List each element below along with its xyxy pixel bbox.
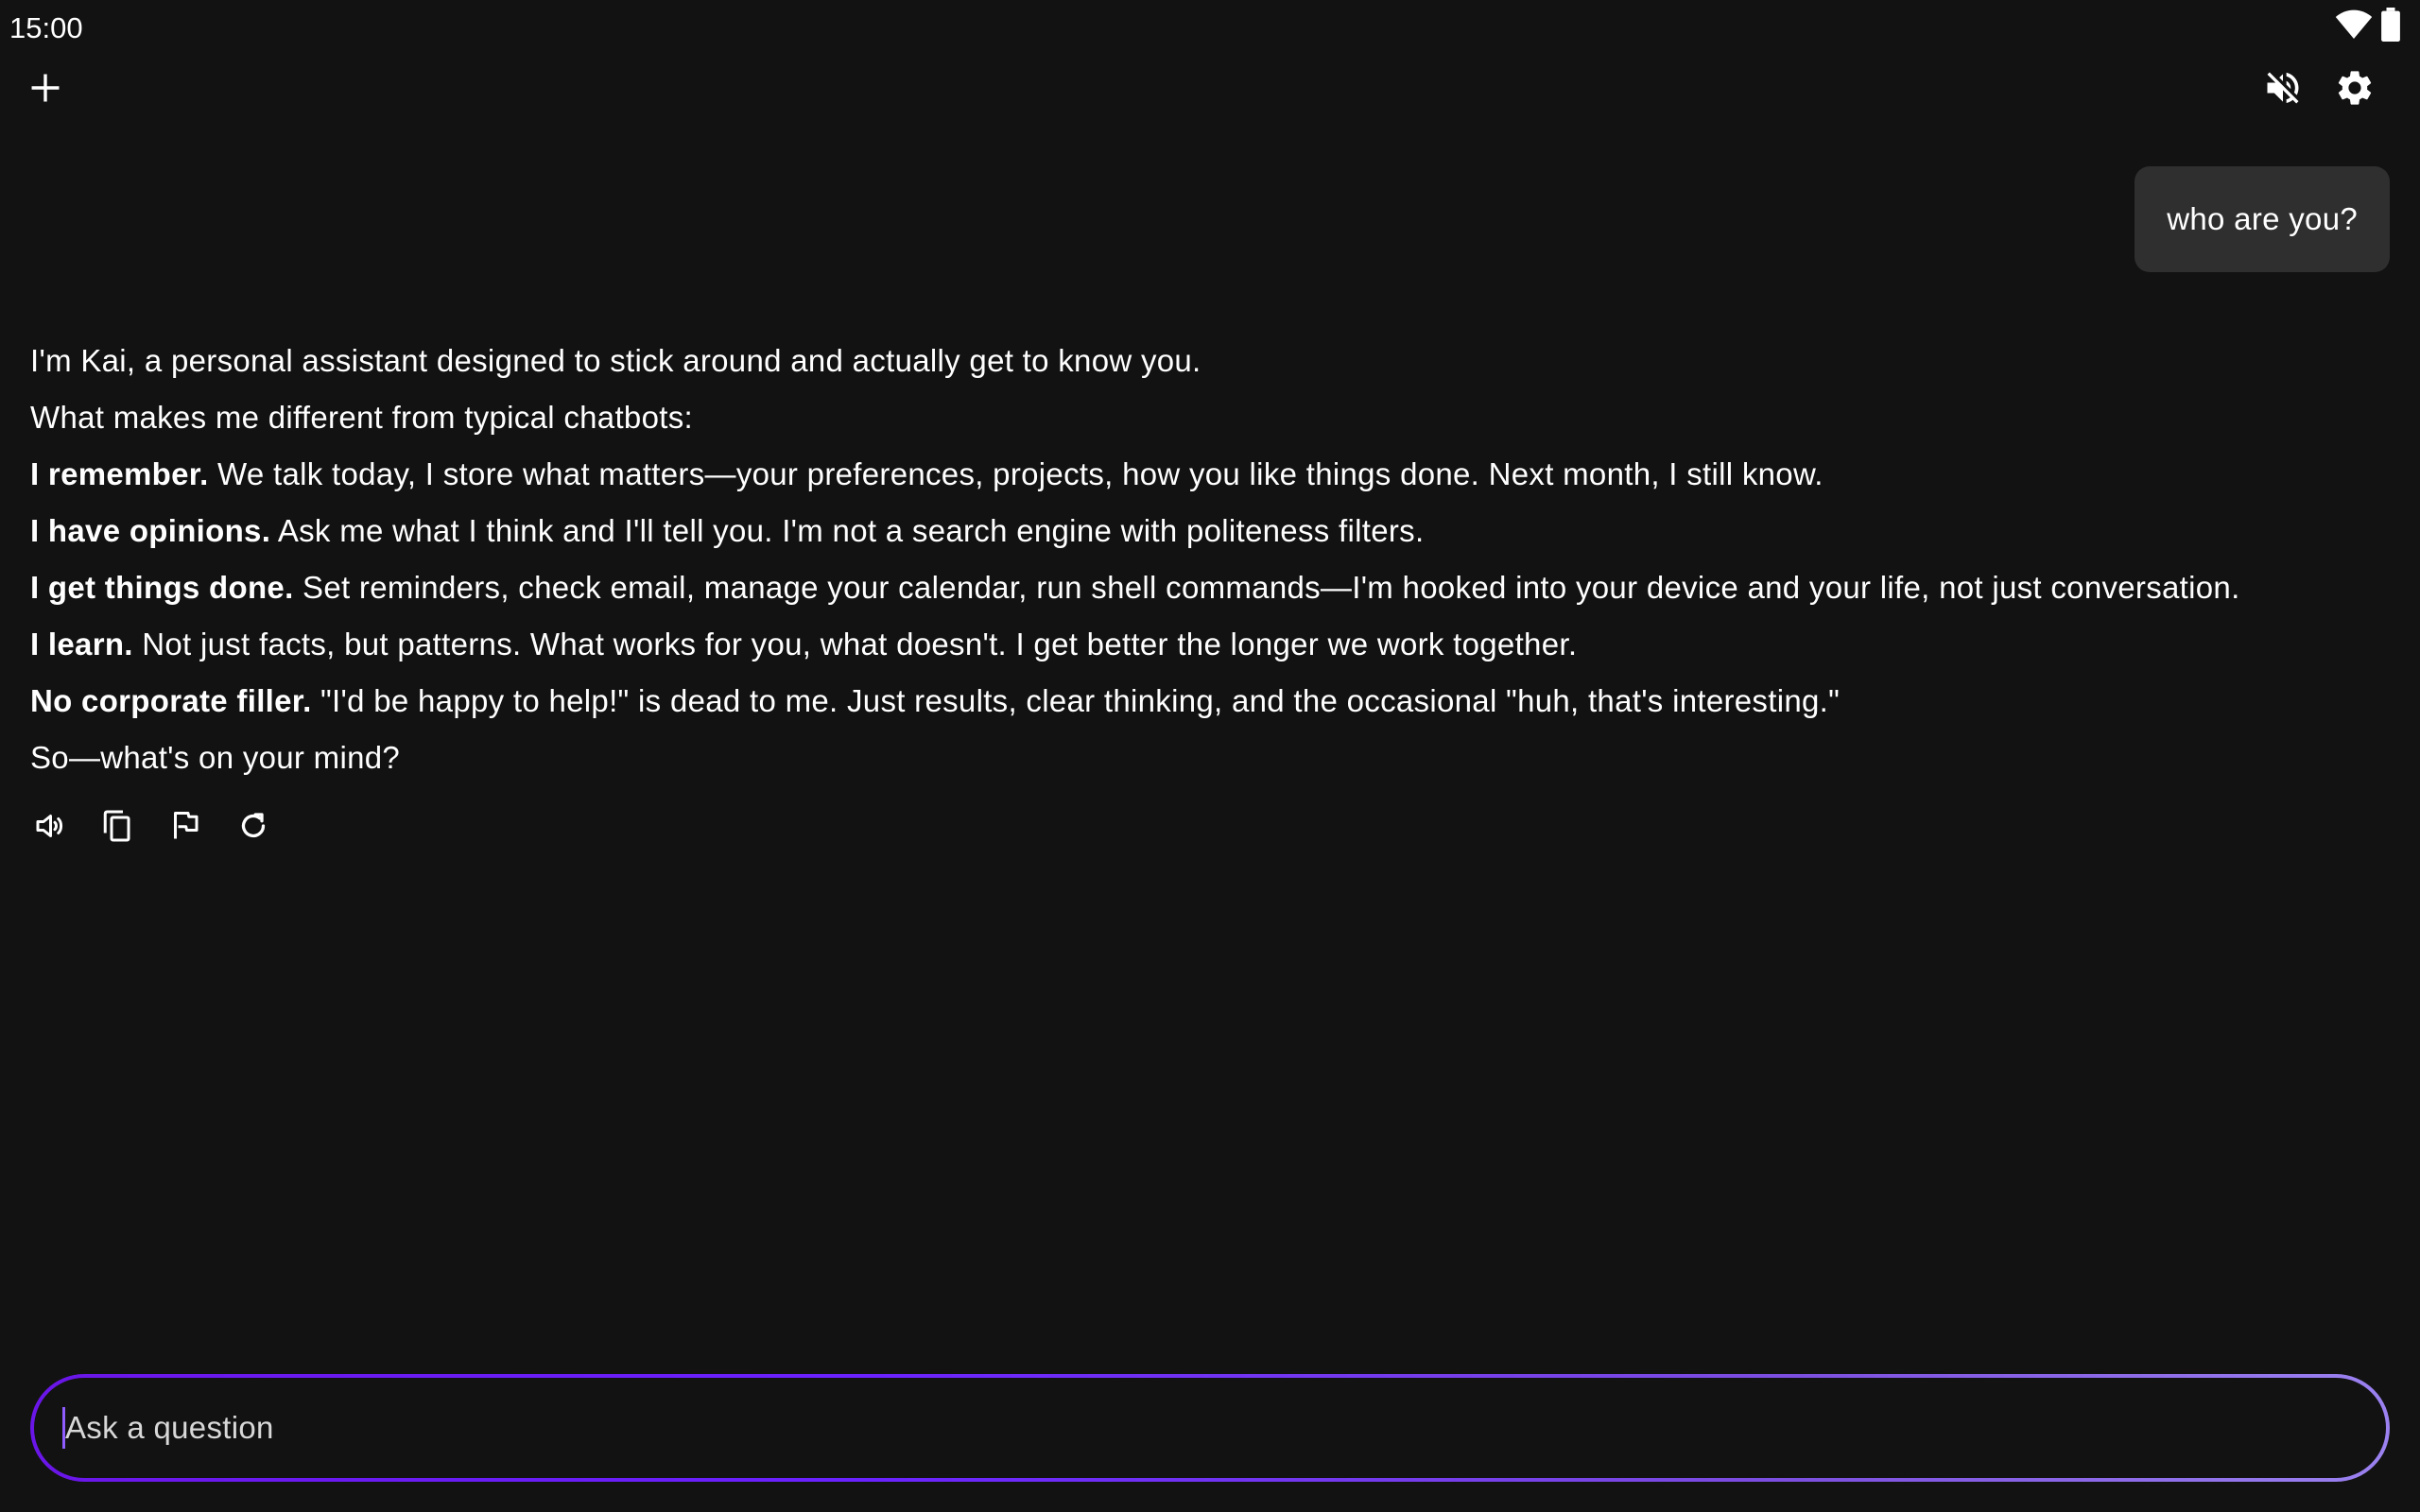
status-icons bbox=[2335, 7, 2401, 46]
plus-icon bbox=[29, 72, 61, 109]
copy-icon bbox=[100, 808, 134, 849]
question-input[interactable] bbox=[65, 1400, 2386, 1456]
assistant-point: I have opinions. Ask me what I think and… bbox=[30, 503, 2356, 559]
mute-button[interactable] bbox=[2250, 57, 2316, 123]
assistant-point: No corporate filler. "I'd be happy to he… bbox=[30, 673, 2356, 730]
gear-icon bbox=[2334, 67, 2376, 113]
wifi-icon bbox=[2335, 9, 2373, 45]
speaker-icon bbox=[32, 809, 66, 848]
composer bbox=[30, 1374, 2390, 1482]
assistant-closing: So—what's on your mind? bbox=[30, 740, 401, 775]
assistant-point-title: I get things done. bbox=[30, 570, 294, 605]
composer-field-wrapper bbox=[34, 1378, 2386, 1478]
read-aloud-button[interactable] bbox=[21, 799, 78, 856]
report-button[interactable] bbox=[157, 799, 214, 856]
user-message-bubble: who are you? bbox=[2135, 166, 2390, 272]
assistant-point-text: Not just facts, but patterns. What works… bbox=[132, 627, 1578, 662]
status-time: 15:00 bbox=[9, 11, 83, 44]
assistant-point: I remember. We talk today, I store what … bbox=[30, 446, 2356, 503]
assistant-point-title: I have opinions. bbox=[30, 513, 271, 548]
assistant-point: I learn. Not just facts, but patterns. W… bbox=[30, 616, 2356, 673]
assistant-point-title: I learn. bbox=[30, 627, 133, 662]
copy-button[interactable] bbox=[89, 799, 146, 856]
regenerate-button[interactable] bbox=[225, 799, 282, 856]
assistant-point-text: We talk today, I store what matters—your… bbox=[208, 456, 1824, 491]
assistant-point-title: No corporate filler. bbox=[30, 683, 312, 718]
assistant-message: I'm Kai, a personal assistant designed t… bbox=[30, 333, 2356, 786]
assistant-point: I get things done. Set reminders, check … bbox=[30, 559, 2356, 616]
assistant-point-text: Set reminders, check email, manage your … bbox=[293, 570, 2240, 605]
flag-icon bbox=[168, 809, 202, 848]
assistant-point-text: Ask me what I think and I'll tell you. I… bbox=[270, 513, 1425, 548]
settings-button[interactable] bbox=[2322, 57, 2388, 123]
refresh-icon bbox=[236, 809, 270, 848]
assistant-point-text: "I'd be happy to help!" is dead to me. J… bbox=[311, 683, 1841, 718]
assistant-intro: I'm Kai, a personal assistant designed t… bbox=[30, 343, 1201, 378]
battery-icon bbox=[2380, 7, 2401, 46]
volume-off-icon bbox=[2262, 67, 2304, 113]
status-bar: 15:00 bbox=[0, 0, 2420, 57]
user-message-text: who are you? bbox=[2167, 201, 2358, 236]
assistant-point-title: I remember. bbox=[30, 456, 209, 491]
new-chat-button[interactable] bbox=[12, 57, 78, 123]
message-actions bbox=[21, 799, 282, 856]
assistant-lead: What makes me different from typical cha… bbox=[30, 400, 693, 435]
